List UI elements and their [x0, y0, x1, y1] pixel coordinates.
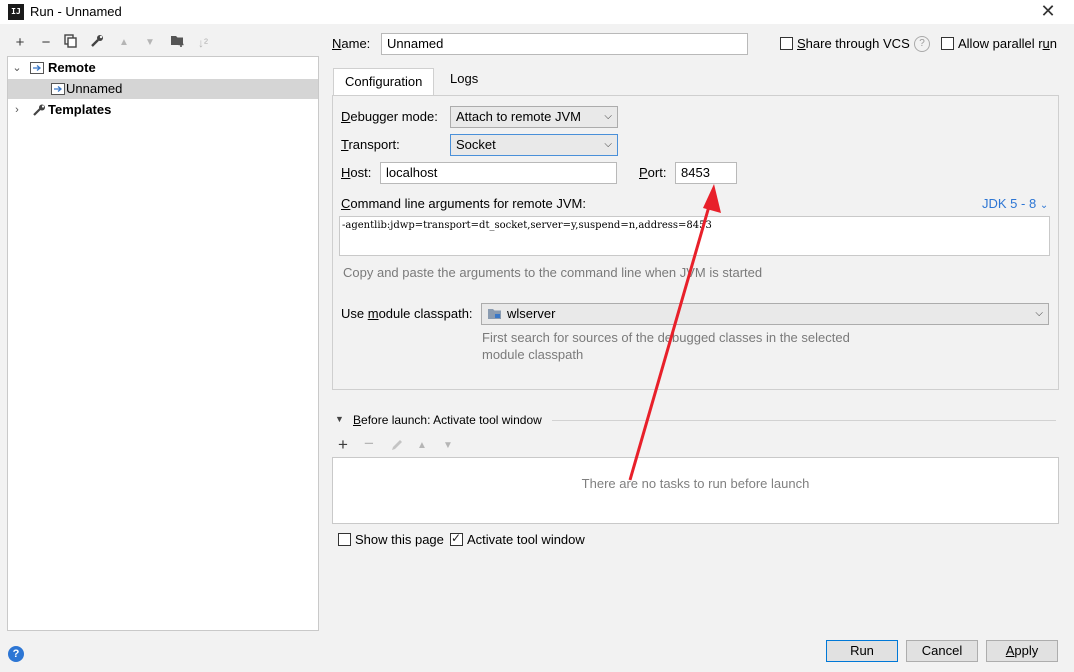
chevron-down-icon: ⌵: [1035, 308, 1043, 319]
show-this-page-checkbox[interactable]: [338, 533, 351, 546]
cancel-button[interactable]: Cancel: [906, 640, 978, 662]
host-label: Host:: [341, 165, 372, 180]
remote-debug-icon: [51, 83, 65, 95]
add-configuration-button[interactable]: +: [11, 34, 29, 52]
module-classpath-label: Use module classpath:: [341, 306, 473, 321]
copy-configuration-button[interactable]: [62, 34, 80, 52]
run-button[interactable]: Run: [826, 640, 898, 662]
tab-configuration[interactable]: Configuration: [333, 68, 435, 97]
copy-icon: [64, 34, 77, 48]
port-field[interactable]: 8453: [675, 162, 737, 184]
window-title: Run - Unnamed: [30, 4, 122, 19]
show-this-page-label: Show this page: [355, 532, 444, 547]
pencil-icon[interactable]: [390, 438, 404, 452]
allow-parallel-run-label: Allow parallel run: [958, 36, 1058, 51]
help-button[interactable]: ?: [8, 646, 24, 662]
remote-debug-icon: [30, 62, 44, 74]
module-folder-icon: [488, 309, 501, 319]
move-task-down-button[interactable]: ▼: [443, 440, 453, 451]
close-icon[interactable]: ✕: [1036, 0, 1060, 24]
debugger-mode-select[interactable]: Attach to remote JVM ⌵: [450, 106, 618, 128]
separator: [552, 420, 1056, 421]
module-classpath-select[interactable]: wlserver ⌵: [481, 303, 1049, 325]
module-classpath-hint-1: First search for sources of the debugged…: [482, 330, 850, 345]
folder-plus-icon: [170, 36, 183, 47]
chevron-down-icon[interactable]: ⌄: [11, 58, 23, 78]
chevron-down-icon: ⌵: [604, 139, 612, 150]
configurations-tree: ⌄ Remote Unnamed › Templates: [7, 56, 319, 631]
help-icon[interactable]: ?: [914, 36, 930, 52]
chevron-down-icon: ⌄: [1039, 200, 1049, 211]
tree-item-templates[interactable]: › Templates: [8, 100, 318, 120]
remove-task-button[interactable]: −: [364, 434, 374, 454]
module-classpath-hint-2: module classpath: [482, 347, 584, 362]
allow-parallel-run-checkbox[interactable]: [941, 37, 954, 50]
tree-label-remote: Remote: [48, 60, 96, 75]
title-bar: IJ Run - Unnamed ✕: [0, 0, 1074, 24]
tree-item-unnamed[interactable]: Unnamed: [8, 79, 318, 99]
host-field[interactable]: localhost: [380, 162, 617, 184]
transport-select[interactable]: Socket ⌵: [450, 134, 618, 156]
new-folder-button[interactable]: [168, 34, 186, 52]
wrench-icon: [33, 104, 45, 116]
add-task-button[interactable]: +: [338, 435, 348, 455]
remove-configuration-button[interactable]: −: [37, 34, 55, 52]
tree-label-unnamed: Unnamed: [66, 81, 123, 96]
tree-label-templates: Templates: [48, 102, 112, 117]
chevron-right-icon[interactable]: ›: [11, 100, 23, 120]
before-launch-title: Before launch: Activate tool window: [353, 413, 542, 427]
wrench-icon: [91, 35, 103, 47]
tree-item-remote[interactable]: ⌄ Remote: [8, 58, 318, 78]
share-vcs-label: Share through VCS: [797, 36, 910, 51]
activate-tool-window-label: Activate tool window: [467, 532, 585, 547]
cmdline-args-field[interactable]: -agentlib:jdwp=transport=dt_socket,serve…: [339, 216, 1050, 256]
port-label: Port:: [639, 165, 667, 180]
before-launch-task-list[interactable]: There are no tasks to run before launch: [332, 457, 1059, 524]
collapse-triangle-icon[interactable]: ▼: [335, 414, 344, 424]
share-vcs-checkbox[interactable]: [780, 37, 793, 50]
sort-icon[interactable]: ↓²: [194, 34, 212, 52]
move-down-button[interactable]: ▼: [141, 34, 159, 52]
cmdline-label: Command line arguments for remote JVM:: [341, 196, 586, 211]
activate-tool-window-checkbox[interactable]: [450, 531, 463, 546]
tab-logs[interactable]: Logs: [439, 66, 489, 92]
transport-label: Transport:: [341, 137, 400, 152]
debugger-mode-label: Debugger mode:: [341, 109, 438, 124]
jdk-version-dropdown[interactable]: JDK 5 - 8 ⌄: [982, 196, 1048, 211]
name-field[interactable]: Unnamed: [381, 33, 748, 55]
chevron-down-icon: ⌵: [604, 111, 612, 122]
intellij-app-icon: IJ: [8, 4, 24, 20]
name-label: Name:: [332, 36, 371, 51]
move-up-button[interactable]: ▲: [115, 34, 133, 52]
edit-defaults-button[interactable]: [88, 34, 106, 52]
cmdline-hint: Copy and paste the arguments to the comm…: [343, 265, 763, 280]
apply-button[interactable]: Apply: [986, 640, 1058, 662]
move-task-up-button[interactable]: ▲: [417, 440, 427, 451]
empty-tasks-text: There are no tasks to run before launch: [581, 476, 810, 491]
